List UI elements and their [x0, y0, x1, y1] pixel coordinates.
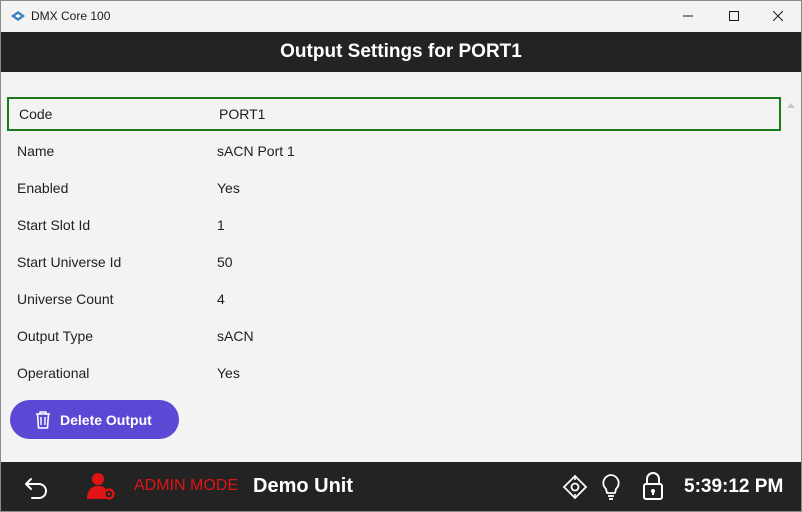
- field-label: Enabled: [17, 180, 69, 196]
- field-label: Start Slot Id: [17, 217, 91, 233]
- locate-icon[interactable]: [562, 474, 588, 500]
- field-row-operational[interactable]: Operational Yes: [7, 356, 781, 390]
- clock: 5:39:12 PM: [684, 476, 784, 497]
- close-button[interactable]: [755, 1, 801, 32]
- field-value: PORT1: [219, 106, 266, 122]
- unit-name: Demo Unit: [253, 475, 353, 497]
- page-header: Output Settings for PORT1: [1, 32, 801, 72]
- app-logo-icon: [10, 9, 26, 28]
- admin-mode-label: ADMIN MODE: [134, 477, 238, 494]
- field-row-code[interactable]: Code PORT1: [7, 97, 781, 131]
- field-value: sACN Port 1: [217, 143, 295, 159]
- field-label: Output Type: [17, 328, 94, 344]
- trash-icon: [34, 410, 52, 430]
- minimize-icon: [683, 8, 693, 26]
- app-window: DMX Core 100 Output Settings for PORT1 C…: [0, 0, 802, 512]
- field-value: 4: [217, 291, 225, 307]
- back-icon[interactable]: [23, 473, 51, 501]
- scroll-up-icon[interactable]: [787, 95, 795, 113]
- minimize-button[interactable]: [665, 1, 711, 32]
- window-title: DMX Core 100: [31, 9, 111, 23]
- field-label: Operational: [17, 365, 90, 381]
- settings-panel: Code PORT1 Name sACN Port 1 Enabled Yes …: [1, 72, 801, 462]
- lightbulb-icon[interactable]: [599, 473, 623, 501]
- status-bar: ADMIN MODE Demo Unit 5:39:12 PM: [1, 462, 801, 511]
- field-value: 50: [217, 254, 233, 270]
- field-label: Start Universe Id: [17, 254, 122, 270]
- field-row-universe-count[interactable]: Universe Count 4: [7, 282, 781, 316]
- delete-output-button[interactable]: Delete Output: [10, 400, 179, 439]
- field-value: Yes: [217, 180, 240, 196]
- field-row-name[interactable]: Name sACN Port 1: [7, 134, 781, 168]
- page-title: Output Settings for PORT1: [280, 41, 522, 62]
- field-label: Name: [17, 143, 55, 159]
- field-row-start-slot-id[interactable]: Start Slot Id 1: [7, 208, 781, 242]
- admin-user-icon: [86, 471, 116, 501]
- maximize-button[interactable]: [711, 1, 757, 32]
- title-bar[interactable]: DMX Core 100: [1, 1, 801, 32]
- field-row-start-universe-id[interactable]: Start Universe Id 50: [7, 245, 781, 279]
- close-icon: [772, 8, 784, 26]
- field-label: Code: [19, 106, 53, 122]
- maximize-icon: [729, 8, 739, 26]
- field-value: Yes: [217, 365, 240, 381]
- field-row-output-type[interactable]: Output Type sACN: [7, 319, 781, 353]
- field-row-enabled[interactable]: Enabled Yes: [7, 171, 781, 205]
- lock-icon[interactable]: [641, 471, 665, 501]
- field-label: Universe Count: [17, 291, 114, 307]
- field-value: 1: [217, 217, 225, 233]
- delete-output-label: Delete Output: [60, 411, 152, 428]
- field-value: sACN: [217, 328, 254, 344]
